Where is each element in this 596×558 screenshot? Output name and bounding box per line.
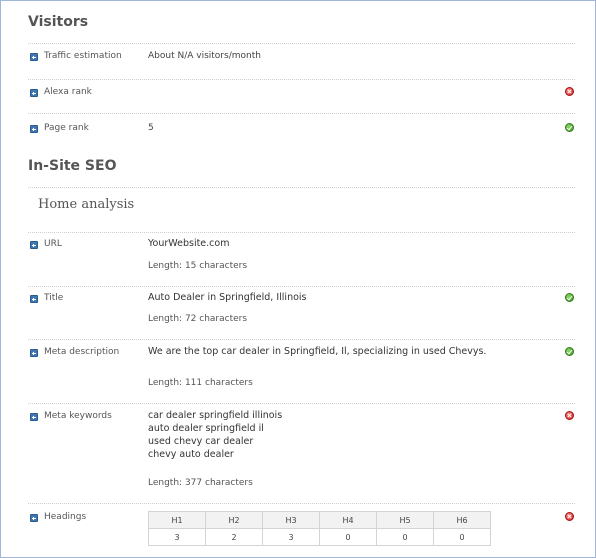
meta-keywords-length-value: 377 characters: [184, 478, 253, 488]
headings-header-row: H1 H2 H3 H4 H5 H6: [148, 511, 491, 529]
plus-square-icon[interactable]: [30, 295, 38, 303]
plus-square-icon[interactable]: [30, 514, 38, 522]
x-circle-icon: [565, 87, 574, 96]
heading-h1-count: 3: [148, 528, 206, 546]
url-value: YourWebsite.com: [148, 238, 230, 249]
heading-h3-count: 3: [262, 528, 320, 546]
separator: [28, 187, 575, 188]
plus-square-icon[interactable]: [30, 89, 38, 97]
plus-square-icon[interactable]: [30, 413, 38, 421]
url-label: URL: [44, 239, 62, 249]
check-circle-icon: [565, 347, 574, 356]
title-length-value: 72 characters: [184, 314, 248, 324]
title-label: Title: [44, 293, 64, 303]
separator: [28, 339, 575, 340]
home-analysis-title: Home analysis: [38, 197, 135, 212]
heading-h3-header: H3: [262, 511, 320, 529]
heading-h1-header: H1: [148, 511, 206, 529]
page-rank-label: Page rank: [44, 123, 89, 133]
length-label: Length:: [148, 261, 183, 271]
keyword-line: chevy auto dealer: [148, 449, 234, 460]
plus-square-icon[interactable]: [30, 241, 38, 249]
alexa-rank-label: Alexa rank: [44, 87, 92, 97]
separator: [28, 113, 575, 114]
heading-h2-header: H2: [205, 511, 263, 529]
keyword-line: auto dealer springfield il: [148, 423, 264, 434]
traffic-estimation-label: Traffic estimation: [44, 51, 122, 61]
keyword-line: car dealer springfield illinois: [148, 410, 283, 421]
separator: [28, 503, 575, 504]
url-length-value: 15 characters: [184, 261, 248, 271]
length-label: Length:: [148, 314, 183, 324]
meta-description-value: We are the top car dealer in Springfield…: [148, 346, 487, 357]
meta-description-length-value: 111 characters: [184, 378, 253, 388]
separator: [28, 43, 575, 44]
heading-h5-count: 0: [376, 528, 434, 546]
separator: [28, 403, 575, 404]
length-label: Length:: [148, 378, 183, 388]
check-circle-icon: [565, 123, 574, 132]
heading-h6-header: H6: [433, 511, 491, 529]
plus-square-icon[interactable]: [30, 53, 38, 61]
separator: [28, 286, 575, 287]
heading-h6-count: 0: [433, 528, 491, 546]
page-frame: [0, 0, 596, 558]
x-circle-icon: [565, 411, 574, 420]
heading-h2-count: 2: [205, 528, 263, 546]
separator: [28, 79, 575, 80]
keyword-line: used chevy car dealer: [148, 436, 254, 447]
title-value: Auto Dealer in Springfield, Illinois: [148, 292, 307, 303]
length-label: Length:: [148, 478, 183, 488]
check-circle-icon: [565, 293, 574, 302]
visitors-section-title: Visitors: [28, 14, 89, 30]
meta-keywords-label: Meta keywords: [44, 411, 112, 421]
headings-label: Headings: [44, 512, 87, 522]
insite-seo-section-title: In-Site SEO: [28, 158, 117, 174]
separator: [28, 232, 575, 233]
traffic-estimation-value: About N/A visitors/month: [148, 51, 261, 61]
heading-h5-header: H5: [376, 511, 434, 529]
meta-keywords-list: car dealer springfield illinois auto dea…: [148, 409, 282, 461]
page-rank-value: 5: [148, 123, 154, 133]
meta-description-label: Meta description: [44, 347, 120, 357]
headings-count-row: 3 2 3 0 0 0: [148, 528, 491, 546]
heading-h4-header: H4: [319, 511, 377, 529]
x-circle-icon: [565, 512, 574, 521]
plus-square-icon[interactable]: [30, 349, 38, 357]
heading-h4-count: 0: [319, 528, 377, 546]
headings-table: H1 H2 H3 H4 H5 H6 3 2 3 0 0 0: [148, 511, 491, 546]
plus-square-icon[interactable]: [30, 125, 38, 133]
